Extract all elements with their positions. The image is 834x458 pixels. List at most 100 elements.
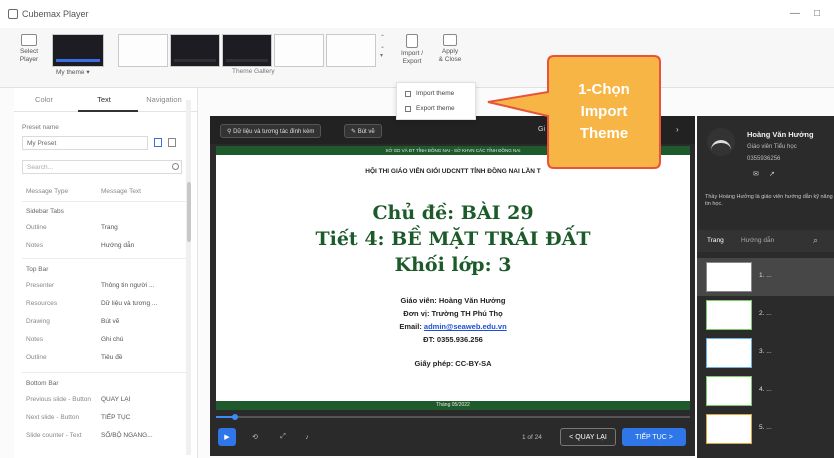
left-panel-scrollbar[interactable] (186, 100, 191, 455)
play-button[interactable]: ▶ (218, 428, 236, 446)
instruction-callout: 1-Chọn Import Theme (487, 55, 661, 169)
gallery-scroll[interactable]: ⌃ ⌄ ▾ (380, 34, 385, 61)
progress-bar[interactable] (216, 414, 690, 420)
volume-icon[interactable]: ♪ (298, 428, 316, 446)
section-bottom-bar: Bottom Bar (26, 380, 59, 387)
select-player-button[interactable]: Select Player (14, 34, 44, 64)
row-value[interactable]: Thông tin người ... (101, 282, 154, 289)
theme-gallery-item-4[interactable] (274, 34, 324, 67)
search-icon (172, 163, 179, 170)
row-key: Outline (26, 354, 47, 361)
theme-accent-bar (226, 59, 268, 62)
list-item[interactable]: 3. ... (697, 334, 834, 372)
tab-color[interactable]: Color (14, 95, 74, 104)
row-value[interactable]: Hướng dẫn (101, 242, 134, 249)
chevron-right-icon[interactable]: › (676, 125, 679, 134)
list-item[interactable]: 4. ... (697, 372, 834, 410)
row-key: Notes (26, 242, 43, 249)
theme-gallery-item-2[interactable] (170, 34, 220, 67)
app-icon (8, 9, 18, 19)
theme-gallery-item-1[interactable] (118, 34, 168, 67)
progress-handle[interactable] (231, 414, 238, 420)
my-theme-dropdown[interactable]: My theme ▾ (56, 69, 90, 77)
preset-select[interactable]: My Preset (22, 136, 148, 150)
slide-email-label: Email: (399, 322, 422, 331)
theme-gallery-item-3[interactable] (222, 34, 272, 67)
divider (22, 372, 190, 373)
menu-item-import-theme[interactable]: Import theme (397, 86, 475, 101)
chevron-down-icon[interactable]: ⌄ (380, 43, 385, 52)
slide-number: 4. ... (759, 386, 772, 393)
row-value[interactable]: SỐ/BỘ NGANG... (101, 432, 153, 439)
theme-gallery-item-5[interactable] (326, 34, 376, 67)
next-button[interactable]: TIẾP TỤC > (622, 428, 686, 446)
row-key: Next slide - Button (26, 414, 80, 421)
tab-text[interactable]: Text (74, 95, 134, 104)
slide-footer: Tháng 05/2022 (216, 401, 690, 410)
list-item[interactable]: 1. ... (697, 258, 834, 296)
presenter-name: Hoàng Văn Hưởng (747, 130, 814, 139)
menu-item-export-theme[interactable]: Export theme (397, 101, 475, 116)
row-value[interactable]: QUAY LẠI (101, 396, 130, 403)
divider (22, 201, 190, 202)
slide-number: 3. ... (759, 348, 772, 355)
apply-close-label: Apply & Close (438, 48, 462, 63)
list-item[interactable]: 5. ... (697, 410, 834, 448)
slide-topic: Chủ đề: BÀI 29 (372, 202, 534, 224)
callout-line-3: Theme (580, 125, 628, 142)
tab-outline[interactable]: Trang (707, 237, 724, 244)
import-export-button[interactable]: Import / Export (398, 34, 426, 66)
resources-button[interactable]: ⚲ Dữ liệu và tương tác đính kèm (220, 124, 322, 138)
presenter-description: Thầy Hoàng Hưởng là giáo viên hướng dẫn … (705, 194, 833, 207)
slide-grade: Khối lớp: 3 (394, 254, 512, 276)
replay-icon[interactable]: ⟲ (246, 428, 264, 446)
external-link-icon[interactable]: ↗ (769, 170, 775, 178)
presenter-photo (711, 140, 731, 150)
section-sidebar-tabs: Sidebar Tabs (26, 208, 64, 215)
tab-notes[interactable]: Hướng dẫn (741, 237, 774, 244)
contact-icon[interactable]: ✉ (753, 170, 759, 178)
row-key: Notes (26, 336, 43, 343)
presenter-role: Giáo viên Tiểu học (747, 144, 797, 150)
slide-email-link[interactable]: admin@seaweb.edu.vn (424, 322, 507, 331)
row-value[interactable]: TIẾP TỤC (101, 414, 130, 421)
sidebar-tabs: Trang Hướng dẫn ⌕ (697, 230, 834, 252)
active-tab-indicator (78, 110, 138, 112)
export-icon (405, 105, 411, 112)
row-key: Previous slide - Button (26, 396, 92, 403)
document-icon (406, 34, 418, 48)
prev-button[interactable]: < QUAY LẠI (560, 428, 616, 446)
fullscreen-icon[interactable]: ⤢ (274, 428, 292, 446)
import-export-label: Import / Export (400, 50, 424, 65)
callout-line-1: 1-Chọn (578, 81, 630, 98)
title-bar: Cubemax Player — □ (0, 0, 834, 28)
theme-accent-bar (174, 59, 216, 62)
search-icon[interactable]: ⌕ (813, 235, 818, 246)
apply-close-button[interactable]: Apply & Close (436, 34, 464, 64)
slide-counter: 1 of 24 (522, 434, 542, 441)
row-value[interactable]: Bút vẽ (101, 318, 119, 325)
theme-gallery-label: Theme Gallery (232, 68, 275, 75)
current-theme-thumbnail[interactable] (52, 34, 104, 67)
delete-icon[interactable] (168, 138, 176, 147)
tab-navigation[interactable]: Navigation (134, 95, 194, 104)
search-input[interactable]: Search... (22, 160, 182, 174)
row-value[interactable]: Dữ liệu và tương ... (101, 300, 157, 307)
minimize-button[interactable]: — (790, 8, 800, 19)
player-bottom-bar: ▶ ⟲ ⤢ ♪ 1 of 24 < QUAY LẠI TIẾP TỤC > (210, 422, 695, 456)
row-value[interactable]: Trang (101, 224, 118, 231)
row-value[interactable]: Tiêu đề (101, 354, 122, 361)
scrollbar-thumb[interactable] (187, 182, 191, 242)
maximize-button[interactable]: □ (814, 8, 820, 19)
row-key: Resources (26, 300, 58, 307)
list-item[interactable]: 2. ... (697, 296, 834, 334)
divider (22, 258, 190, 259)
expand-icon[interactable]: ▾ (380, 52, 385, 61)
slide-thumbnail (706, 262, 752, 292)
draw-button[interactable]: ✎ Bút vẽ (344, 124, 382, 138)
menu-item-label: Import theme (416, 90, 455, 97)
row-value[interactable]: Ghi chú (101, 336, 123, 343)
chevron-up-icon[interactable]: ⌃ (380, 34, 385, 43)
slide-unit: Đơn vị: Trường TH Phú Thọ (403, 309, 503, 318)
save-icon[interactable] (154, 138, 162, 147)
